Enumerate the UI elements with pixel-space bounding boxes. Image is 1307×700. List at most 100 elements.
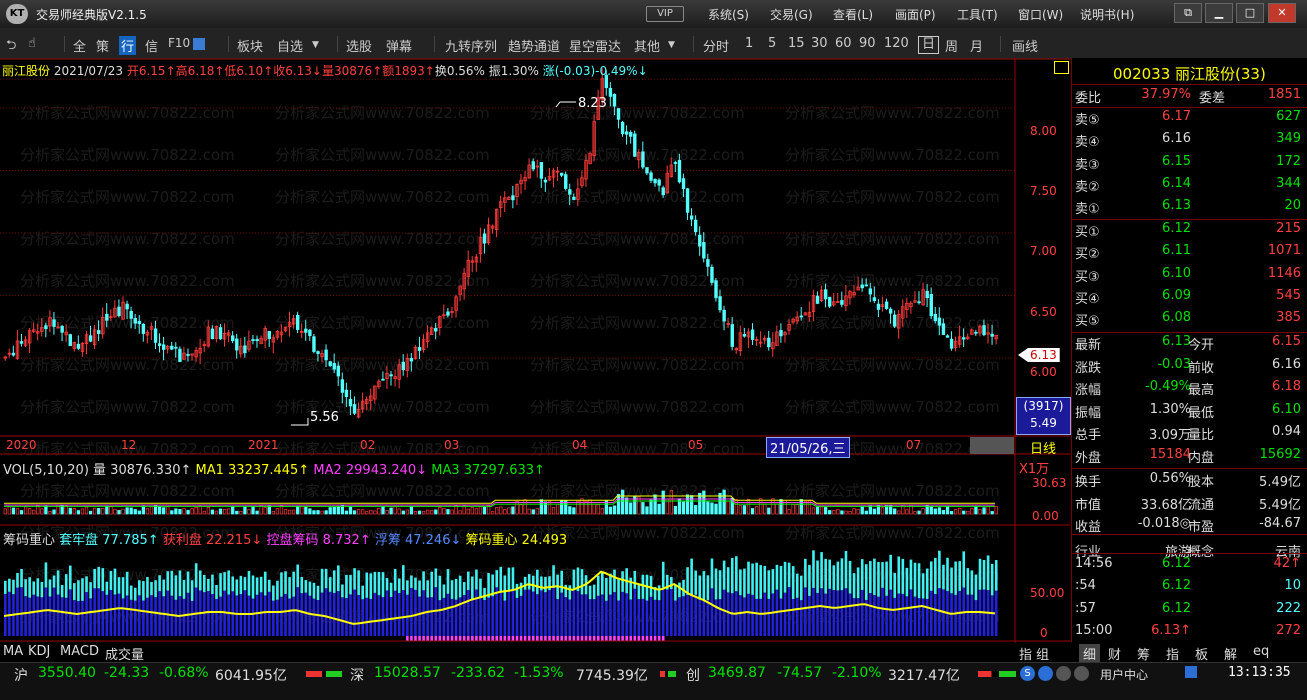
weibi-label: 委比 [1075, 91, 1102, 106]
bid-price[interactable]: 6.11 [1131, 243, 1191, 258]
bid-price[interactable]: 6.09 [1131, 288, 1191, 303]
ask-price[interactable]: 6.16 [1131, 131, 1191, 146]
maximize-icon[interactable]: □ [1236, 3, 1264, 23]
tab-interpret[interactable]: 解 [1224, 644, 1237, 663]
s-icon[interactable]: S [1020, 666, 1035, 681]
tick-time: :57 [1075, 600, 1096, 616]
ask-price[interactable]: 6.15 [1131, 154, 1191, 169]
stat-label: 量比 [1188, 428, 1215, 443]
date-tick: 2021 [248, 438, 279, 452]
tick-time: :54 [1075, 578, 1096, 594]
stat-value: 6.10 [1272, 401, 1301, 417]
user-center-link[interactable]: 用户中心 [1100, 666, 1148, 683]
bid-price[interactable]: 6.10 [1131, 266, 1191, 281]
panel-divider [1071, 219, 1307, 220]
indicator-tab-zhi[interactable]: 指 [1019, 644, 1032, 663]
lock-icon[interactable] [1185, 666, 1197, 678]
vol-tick: 0.00 [1032, 509, 1059, 523]
panel-divider [1071, 332, 1307, 333]
tab-index[interactable]: 指 [1166, 644, 1179, 663]
period-label[interactable]: 日线 [1030, 438, 1056, 457]
bid-volume: 385 [1276, 310, 1301, 326]
date-tick: 04 [572, 438, 588, 452]
stat-value: 15184 [1149, 446, 1191, 462]
tick-price: 6.12 [1162, 556, 1191, 571]
chip-trapped: 套牢盘 77.785↑ [59, 533, 159, 548]
cy-breadth-bar [978, 671, 1016, 677]
vol-tick: 30.63 [1032, 476, 1067, 490]
stat-value: -0.49% [1145, 379, 1191, 394]
tick-time: 15:00 [1075, 622, 1113, 638]
stat-label: 涨跌 [1075, 360, 1102, 376]
chip-tick: 50.00 [1030, 586, 1065, 600]
date-tick: 03 [444, 438, 460, 452]
chip-center: 筹码重心 24.493 [465, 533, 568, 548]
menu-manual[interactable]: 说明书(H) [1080, 6, 1134, 23]
restore-icon[interactable]: ⧉ [1174, 3, 1202, 23]
bid-label: 买① [1075, 225, 1100, 240]
sz-breadth-bar [660, 671, 676, 677]
tab-eq[interactable]: eq [1253, 644, 1269, 659]
stat-value: 6.18 [1272, 379, 1301, 394]
stat-value: -84.67 [1259, 516, 1301, 531]
sh-name[interactable]: 沪 [14, 665, 28, 685]
date-tick: 2020 [6, 438, 37, 452]
vol-ma1: MA1 33237.445↑ [195, 463, 310, 478]
date-tick: 02 [360, 438, 376, 452]
cy-name[interactable]: 创 [686, 665, 700, 685]
volume-header: VOL(5,10,20) 量 30876.330↑ MA1 33237.445↑… [3, 459, 545, 478]
tick-volume: 42↑ [1273, 556, 1301, 571]
ask-price[interactable]: 6.14 [1131, 176, 1191, 191]
tab-sector[interactable]: 板 [1195, 644, 1208, 663]
close-icon[interactable]: ✕ [1268, 3, 1296, 23]
indicator-tab-ma[interactable]: MA [3, 644, 23, 659]
chip-profit: 获利盘 22.215↓ [162, 533, 263, 548]
scroll-thumb[interactable] [970, 437, 1014, 454]
bid-price[interactable]: 6.08 [1131, 310, 1191, 325]
stat-value: 1.30% [1149, 401, 1191, 417]
stat-label: 振幅 [1075, 405, 1102, 421]
stat-label: 最低 [1188, 405, 1215, 421]
ask-volume: 20 [1284, 198, 1301, 214]
indicator-tab-zu[interactable]: 组 [1036, 644, 1049, 663]
stat-label: 换手 [1075, 475, 1102, 490]
ask-label: 卖④ [1075, 135, 1100, 151]
indicator-tab-volume[interactable]: 成交量 [105, 644, 144, 663]
tick-price: 6.13↑ [1151, 622, 1191, 638]
bid-label: 买④ [1075, 291, 1100, 307]
vol-ma3: MA3 37297.633↑ [431, 463, 545, 478]
chip-header: 筹码重心 套牢盘 77.785↑ 获利盘 22.215↓ 控盘筹码 8.732↑… [3, 529, 567, 548]
minimize-icon[interactable]: ▁ [1205, 3, 1233, 23]
tab-detail[interactable]: 细 [1079, 644, 1101, 663]
ask-label: 卖⑤ [1075, 113, 1100, 128]
tick-time: 14:56 [1075, 556, 1113, 571]
help-icon[interactable] [1074, 666, 1089, 681]
stat-label: 股本 [1188, 475, 1215, 490]
ask-price[interactable]: 6.13 [1131, 198, 1191, 213]
indicator-tab-macd[interactable]: MACD [60, 644, 99, 659]
bid-label: 买⑤ [1075, 314, 1100, 330]
weicha-value: 1851 [1267, 87, 1301, 102]
indicator-tab-kdj[interactable]: KDJ [28, 644, 50, 659]
stat-value: 5.49亿 [1259, 497, 1301, 513]
tab-finance[interactable]: 财 [1108, 644, 1121, 663]
sz-amount: 7745.39亿 [576, 668, 648, 684]
settings-icon[interactable] [1056, 666, 1071, 681]
sh-pct: -0.68% [159, 665, 209, 681]
ask-price[interactable]: 6.17 [1131, 109, 1191, 124]
globe-icon[interactable] [1038, 666, 1053, 681]
tick-volume: 272 [1276, 622, 1301, 638]
tab-chips[interactable]: 筹 [1137, 644, 1150, 663]
stat-label: 前收 [1188, 360, 1215, 376]
indicator-tab-bar [0, 643, 1070, 661]
stat-label: 涨幅 [1075, 383, 1102, 398]
bid-label: 买③ [1075, 269, 1100, 285]
panel-divider [1071, 84, 1307, 85]
bid-price[interactable]: 6.12 [1131, 221, 1191, 236]
cy-amount: 3217.47亿 [888, 668, 960, 684]
bid-volume: 1146 [1267, 265, 1301, 281]
stat-label: 今开 [1188, 338, 1215, 353]
sz-name[interactable]: 深 [350, 665, 364, 685]
stock-code-name[interactable]: 002033 丽江股份(33) [1113, 63, 1266, 84]
quote-panel-content: 002033 丽江股份(33) 委比 37.97% 委差 1851 卖⑤ 6.17 627 卖④… [1071, 58, 1307, 663]
